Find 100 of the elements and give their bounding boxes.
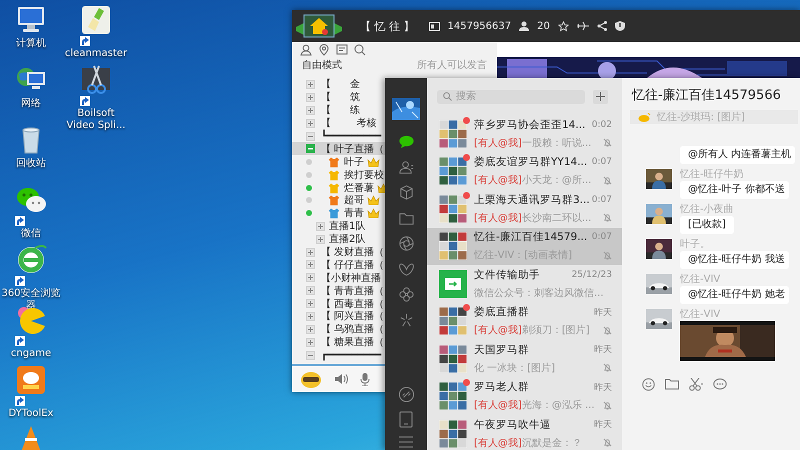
cube-icon[interactable] (398, 184, 414, 201)
expander-icon[interactable] (306, 338, 315, 347)
location-icon[interactable] (318, 44, 330, 56)
sender-name: 忆往-VIV (680, 274, 722, 285)
expander-icon[interactable] (306, 92, 315, 102)
channel-row[interactable]: 【 青青直播（ (292, 284, 385, 298)
user-icon[interactable] (300, 44, 312, 56)
emoji-icon[interactable] (642, 378, 655, 390)
channel-label: 【 金 (321, 78, 360, 92)
expander-icon[interactable] (316, 234, 325, 244)
channel-row[interactable]: 【 阿兴直播（ (292, 310, 385, 323)
chat-title: 娄底直播群 (474, 305, 530, 320)
channel-id: 1457956637 (448, 20, 512, 32)
scissors-icon[interactable] (80, 64, 112, 96)
chat-item[interactable]: 罗马老人群 昨天 [有人@我]光海：@泓乐 ... (427, 378, 622, 415)
expander-icon[interactable] (306, 286, 315, 296)
expander-icon[interactable] (306, 260, 315, 270)
chat-time: 昨天 (594, 306, 612, 319)
chat-preview: 光海：@泓乐 ... (522, 398, 596, 412)
browser-icon[interactable] (15, 244, 47, 276)
channel-row[interactable]: 【 金 (292, 78, 385, 91)
expander-icon[interactable] (306, 144, 315, 154)
desktop-icon-label[interactable]: Boilsoft Video Spli... (62, 108, 130, 132)
expander-icon[interactable] (306, 132, 315, 140)
member-row[interactable]: 挨打要校 (292, 168, 385, 182)
subchannel-label: 直播1队 (329, 220, 366, 234)
desktop-icon-label[interactable]: cngame (10, 348, 52, 360)
folder-icon[interactable] (665, 378, 679, 390)
microphone-icon[interactable] (360, 372, 370, 386)
expander-icon[interactable] (306, 106, 315, 115)
app-icon[interactable] (15, 364, 47, 396)
expander-icon[interactable] (306, 299, 315, 308)
mention-tag: [有人@我] (474, 436, 522, 450)
channel-row[interactable]: 【 糖果直播（ (292, 336, 385, 349)
member-row[interactable]: 青青 (292, 206, 385, 220)
channel-row[interactable]: 【 仔仔直播（ (292, 258, 385, 272)
channel-row[interactable]: 【 乌鸦直播（ (292, 322, 385, 336)
user-icon (519, 21, 530, 31)
add-button[interactable] (593, 90, 608, 104)
search-icon[interactable] (354, 44, 366, 56)
channel-row[interactable]: 【 练 (292, 104, 385, 117)
chat-item[interactable]: 娄底直播群 昨天 [有人@我]剃须刀：[图片] (427, 302, 622, 340)
chat-item[interactable]: 文件传输助手 25/12/23 微信公众号：刺客边风微信... (427, 265, 622, 302)
chat-preview: 沉默是金：？ (522, 436, 583, 450)
channel-row[interactable]: 【 叶子直播（ (292, 142, 385, 156)
aperture-icon[interactable] (398, 235, 414, 252)
chat-title: 罗马老人群 (474, 380, 530, 394)
menu-icon[interactable] (398, 436, 414, 448)
member-row[interactable]: 超哥 (292, 194, 385, 207)
expander-icon[interactable] (306, 324, 315, 334)
desktop-icon-label[interactable]: 网络 (21, 98, 41, 110)
chat-bubble-icon[interactable] (713, 378, 727, 390)
chat-title: 文件传输助手 (474, 268, 541, 282)
expander-icon[interactable] (306, 80, 315, 89)
subchannel-row[interactable]: 直播1队 (292, 220, 385, 233)
chat-item[interactable]: 上栗海天通讯罗马群3... 0:07 [有人@我]长沙南二环以... (427, 190, 622, 228)
phone-icon[interactable] (399, 411, 413, 428)
speaker-icon[interactable] (334, 373, 348, 385)
flower-icon[interactable] (398, 286, 414, 303)
expander-icon[interactable] (306, 312, 315, 321)
member-row[interactable]: 烂番薯 (292, 181, 385, 194)
scissors-icon[interactable] (689, 378, 703, 390)
member-row[interactable]: 叶子 (292, 155, 385, 168)
desktop-icon-label[interactable]: cleanmaster (64, 48, 128, 60)
expander-icon[interactable] (306, 350, 315, 360)
member-name: 青青 (344, 206, 364, 220)
link-icon[interactable] (398, 386, 414, 403)
star-icon[interactable] (558, 20, 569, 32)
broom-icon[interactable] (80, 4, 112, 36)
sender-name: 忆往-VIV (680, 309, 722, 320)
plane-icon[interactable] (576, 21, 589, 31)
chat-item[interactable]: 午夜罗马吹牛逼 昨天 [有人@我]沉默是金：？ (427, 415, 622, 450)
channel-row[interactable]: 【 西毒直播（ (292, 297, 385, 310)
desktop-icon-label[interactable]: 计算机 (16, 38, 46, 50)
house-logo-icon[interactable] (296, 13, 342, 39)
chat-header-title: 忆往-廉江百佳14579566 (632, 87, 781, 105)
chat-icon[interactable] (398, 133, 414, 150)
expander-icon[interactable] (306, 118, 315, 128)
share-icon[interactable] (596, 21, 607, 31)
expander-icon[interactable] (306, 273, 315, 282)
subchannel-row[interactable]: 直播2队 (292, 232, 385, 246)
shield-icon[interactable] (614, 21, 625, 31)
channel-row[interactable]: 【 筑 (292, 90, 385, 104)
channel-row[interactable]: 【 考核 (292, 116, 385, 130)
message-bubble: @忆往-旺仔牛奶 我送 (680, 251, 789, 269)
desktop-icon-label[interactable]: 回收站 (16, 158, 46, 170)
desktop-icon-label[interactable]: 微信 (21, 228, 41, 240)
chat-title: 天国罗马群 (474, 342, 530, 357)
search-field[interactable]: 搜索 (437, 90, 585, 104)
desktop-icon-label[interactable]: DYToolEx (8, 408, 54, 420)
notes-icon[interactable] (336, 44, 348, 56)
expander-icon[interactable] (306, 248, 315, 257)
contacts-icon[interactable] (398, 158, 414, 176)
expander-icon[interactable] (316, 222, 325, 231)
channel-row[interactable]: 【小财神直播 (292, 271, 385, 284)
chat-item[interactable]: 天国罗马群 昨天 化 一冰块：[图片] (427, 340, 622, 378)
butterfly-icon[interactable] (398, 260, 414, 278)
chat-item[interactable]: 萍乡罗马协会歪歪14... 0:02 [有人@我]一股赖：听说... (427, 115, 622, 152)
chat-item[interactable]: 娄底友谊罗马群YY14... 0:07 [有人@我]小天龙：@所... (427, 152, 622, 190)
channel-row[interactable]: 【 发财直播（ (292, 246, 385, 258)
